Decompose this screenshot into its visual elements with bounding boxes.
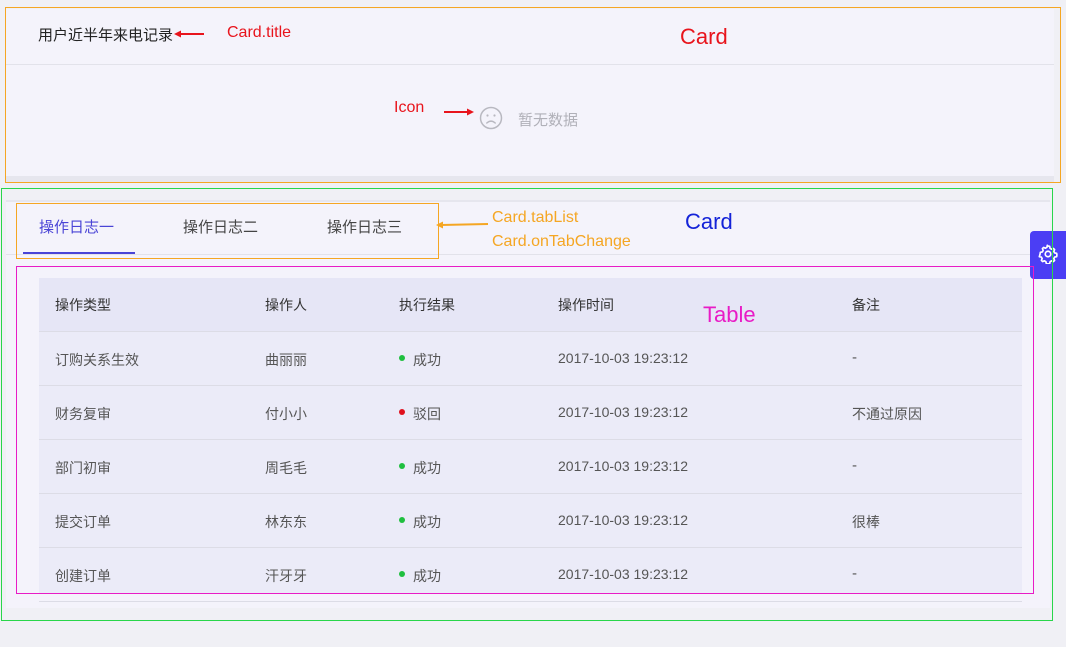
annotation-label: Icon [394, 99, 425, 116]
annotation-label: Card.tabList [492, 209, 579, 226]
arrow-annotation [174, 30, 204, 38]
tablist-annotation-box [16, 203, 439, 259]
annotation-label: Card.onTabChange [492, 233, 631, 250]
annotation-label: Card.title [227, 24, 292, 41]
annotation-label: Card [685, 209, 733, 234]
arrow-annotation [444, 108, 474, 116]
annotation-label: Table [703, 302, 756, 327]
annotation-label: Card [680, 24, 728, 49]
card-annotation-box [5, 7, 1061, 183]
arrow-annotation [436, 221, 489, 229]
table-annotation-box [16, 266, 1034, 594]
